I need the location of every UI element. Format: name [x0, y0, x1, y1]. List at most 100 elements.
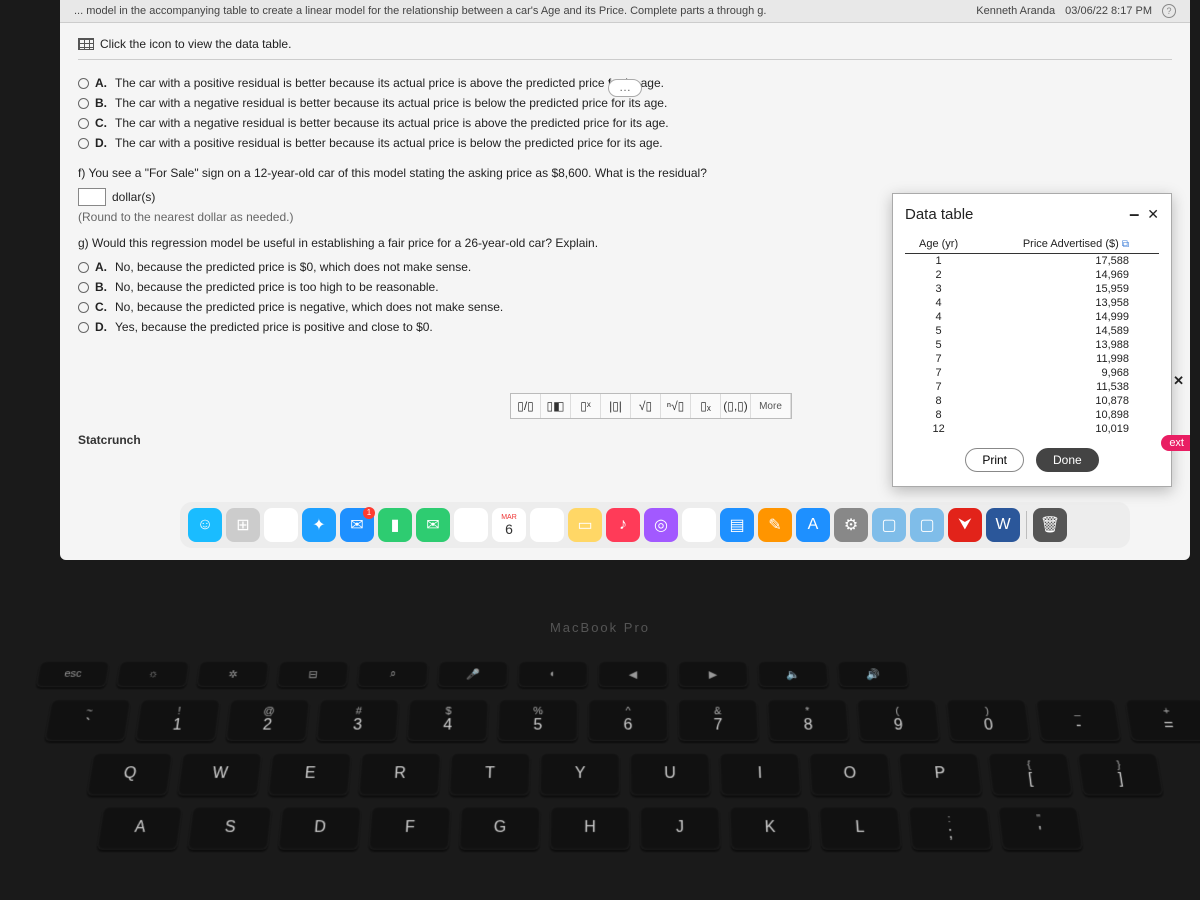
equation-button[interactable]: |▯|: [601, 394, 631, 418]
key[interactable]: I: [719, 753, 801, 796]
key[interactable]: !1: [135, 699, 221, 741]
key[interactable]: (9: [856, 699, 940, 741]
key[interactable]: &7: [678, 699, 759, 741]
key[interactable]: 🎤: [437, 661, 508, 687]
key[interactable]: @2: [225, 699, 310, 741]
table-row: 79,968: [905, 366, 1159, 380]
minimize-button[interactable]: –: [1129, 204, 1139, 225]
key[interactable]: #3: [316, 699, 399, 741]
key[interactable]: J: [640, 806, 721, 849]
equation-button[interactable]: ▯ˣ: [571, 394, 601, 418]
key[interactable]: O: [809, 753, 892, 796]
key[interactable]: ⌕: [357, 661, 429, 687]
equation-button[interactable]: √▯: [631, 394, 661, 418]
key[interactable]: ☼: [116, 661, 190, 687]
dock-settings[interactable]: ⚙: [834, 508, 868, 542]
equation-toolbar: ▯/▯▯◧▯ˣ|▯|√▯ⁿ√▯▯ₓ(▯,▯)More: [510, 393, 792, 419]
key[interactable]: K: [729, 806, 811, 849]
key[interactable]: *8: [767, 699, 850, 741]
key[interactable]: )0: [946, 699, 1031, 741]
key[interactable]: ◐: [518, 661, 589, 687]
key[interactable]: +=: [1125, 699, 1200, 741]
key[interactable]: Y: [539, 753, 620, 796]
dock-numbers[interactable]: ▥: [682, 508, 716, 542]
ext-badge[interactable]: ext: [1161, 435, 1190, 451]
key[interactable]: ^6: [588, 699, 669, 741]
key[interactable]: G: [459, 806, 541, 849]
print-button[interactable]: Print: [965, 448, 1024, 472]
dock-calendar[interactable]: MAR6: [492, 508, 526, 542]
key[interactable]: U: [630, 753, 711, 796]
dock-safari[interactable]: ✦: [302, 508, 336, 542]
key[interactable]: T: [449, 753, 531, 796]
equation-button[interactable]: ⁿ√▯: [661, 394, 691, 418]
key[interactable]: D: [278, 806, 362, 849]
dock-chrome[interactable]: ◉: [264, 508, 298, 542]
dock-pages[interactable]: ✎: [758, 508, 792, 542]
dock-launchpad[interactable]: ⊞: [226, 508, 260, 542]
mc-option[interactable]: C. The car with a negative residual is b…: [78, 114, 1172, 132]
dock-folder2[interactable]: ▢: [910, 508, 944, 542]
key[interactable]: 🔊: [837, 661, 909, 687]
radio-icon: [78, 138, 89, 149]
mc-option[interactable]: D. The car with a positive residual is b…: [78, 134, 1172, 152]
key[interactable]: ⊟: [277, 661, 350, 687]
key[interactable]: A: [97, 806, 183, 849]
help-icon[interactable]: ?: [1162, 4, 1176, 18]
key[interactable]: $4: [407, 699, 489, 741]
key[interactable]: P: [898, 753, 982, 796]
dock-photos[interactable]: ✿: [454, 508, 488, 542]
key[interactable]: ✲: [196, 661, 269, 687]
close-x-icon[interactable]: ✕: [1173, 373, 1184, 389]
dock-notes[interactable]: ▭: [568, 508, 602, 542]
dock-keynote[interactable]: ▤: [720, 508, 754, 542]
key[interactable]: }]: [1077, 753, 1164, 796]
app-topbar: ... model in the accompanying table to c…: [60, 0, 1190, 23]
key[interactable]: ◀: [598, 661, 668, 687]
dock-podcasts[interactable]: ◎: [644, 508, 678, 542]
key[interactable]: S: [187, 806, 272, 849]
table-row: 810,878: [905, 394, 1159, 408]
key[interactable]: E: [268, 753, 352, 796]
dock-folder1[interactable]: ▢: [872, 508, 906, 542]
key[interactable]: {[: [988, 753, 1074, 796]
equation-button[interactable]: ▯◧: [541, 394, 571, 418]
timestamp: 03/06/22 8:17 PM: [1065, 5, 1152, 17]
key[interactable]: "': [997, 806, 1083, 849]
close-button[interactable]: ✕: [1147, 206, 1159, 223]
key[interactable]: _-: [1035, 699, 1121, 741]
equation-button[interactable]: ▯ₓ: [691, 394, 721, 418]
key[interactable]: L: [819, 806, 902, 849]
dock-finder[interactable]: ☺: [188, 508, 222, 542]
key[interactable]: ▶: [678, 661, 749, 687]
dock-word[interactable]: W: [986, 508, 1020, 542]
key[interactable]: esc: [36, 661, 111, 687]
dock-facetime[interactable]: ▮: [378, 508, 412, 542]
dock-trash[interactable]: 🗑: [1033, 508, 1067, 542]
equation-button[interactable]: (▯,▯): [721, 394, 751, 418]
done-button[interactable]: Done: [1036, 448, 1099, 472]
equation-button[interactable]: ▯/▯: [511, 394, 541, 418]
key[interactable]: W: [177, 753, 262, 796]
key[interactable]: Q: [86, 753, 172, 796]
key[interactable]: R: [358, 753, 441, 796]
dock-acrobat[interactable]: ⮟: [948, 508, 982, 542]
dock-mail[interactable]: ✉1: [340, 508, 374, 542]
copy-icon[interactable]: ⧉: [1122, 239, 1129, 250]
dock-appstore[interactable]: A: [796, 508, 830, 542]
key[interactable]: %5: [497, 699, 578, 741]
key[interactable]: :;: [908, 806, 992, 849]
statcrunch-link[interactable]: Statcrunch: [78, 433, 141, 447]
dock-music[interactable]: ♪: [606, 508, 640, 542]
equation-button[interactable]: More: [751, 394, 791, 418]
residual-input[interactable]: [78, 188, 106, 206]
key[interactable]: H: [550, 806, 631, 849]
laptop-model: MacBook Pro: [0, 620, 1200, 635]
dock-reminders[interactable]: ≣: [530, 508, 564, 542]
key[interactable]: F: [368, 806, 451, 849]
dock-messages[interactable]: ✉: [416, 508, 450, 542]
key[interactable]: 🔈: [757, 661, 829, 687]
expand-pill[interactable]: …: [608, 79, 642, 97]
open-data-table-link[interactable]: Click the icon to view the data table.: [78, 33, 1172, 60]
key[interactable]: ~`: [44, 699, 131, 741]
